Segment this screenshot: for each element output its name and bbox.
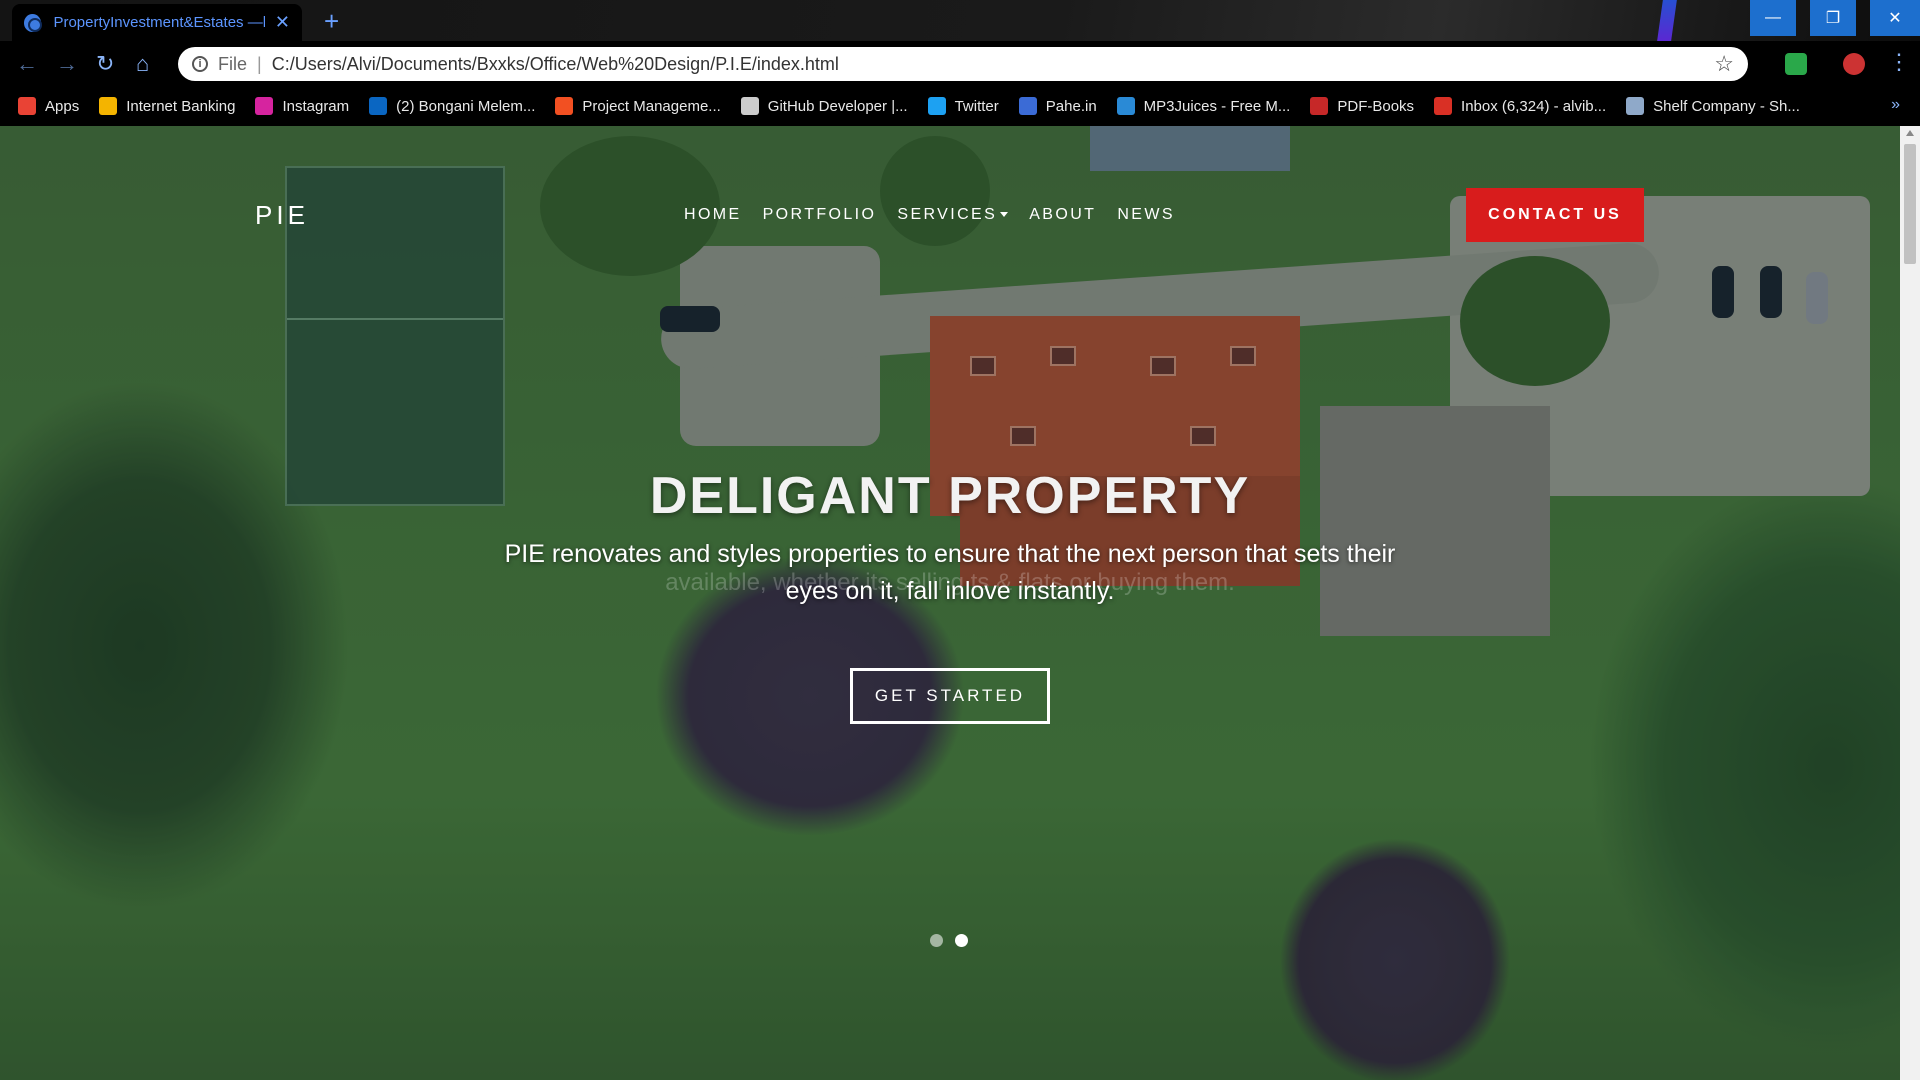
bookmark-label: Inbox (6,324) - alvib...: [1461, 97, 1607, 115]
bookmark-item[interactable]: PDF-Books: [1310, 97, 1414, 115]
bookmark-item[interactable]: GitHub Developer |...: [740, 97, 908, 115]
browser-tab[interactable]: PropertyInvestment&Estates —h ✕: [12, 4, 302, 41]
bookmark-item[interactable]: Twitter: [927, 97, 999, 115]
bookmark-item[interactable]: Apps: [18, 97, 79, 115]
bookmark-item[interactable]: Internet Banking: [99, 97, 235, 115]
hero-title: DELIGANT PROPERTY: [649, 467, 1251, 525]
bookmark-item[interactable]: Shelf Company - Sh...: [1626, 97, 1800, 115]
caret-down-icon: [1000, 212, 1009, 218]
url-text[interactable]: C:/Users/Alvi/Documents/Bxxks/Office/Web…: [272, 54, 839, 75]
document-icon: [1626, 97, 1645, 115]
carousel-dot-1[interactable]: [930, 934, 943, 947]
linkedin-icon: [369, 97, 388, 115]
bookmark-label: Project Manageme...: [582, 97, 721, 115]
page-scrollbar[interactable]: [1900, 126, 1920, 1080]
instagram-icon: [255, 97, 274, 115]
scroll-up-icon[interactable]: [1906, 130, 1914, 136]
hero-subtitle: PIE renovates and styles properties to e…: [504, 540, 1396, 605]
get-started-button[interactable]: GET STARTED: [850, 668, 1050, 724]
minimize-button[interactable]: —: [1750, 0, 1796, 36]
site-header: PIE HOME PORTFOLIO SERVICES ABOUT NEWS C…: [0, 126, 1900, 266]
bookmark-label: Instagram: [282, 97, 350, 115]
bookmark-label: (2) Bongani Melem...: [396, 97, 536, 115]
home-button[interactable]: ⌂: [136, 51, 149, 77]
bookmark-item[interactable]: (2) Bongani Melem...: [369, 97, 535, 115]
scrollbar-thumb[interactable]: [1904, 144, 1916, 264]
download-icon: [1116, 97, 1135, 115]
carousel-indicators: [930, 934, 980, 947]
microsoft-icon: [555, 97, 574, 115]
bookmark-item[interactable]: Pahe.in: [1018, 97, 1097, 115]
bookmark-label: Pahe.in: [1045, 97, 1097, 115]
gmail-icon: [1434, 97, 1453, 115]
profile-avatar-icon[interactable]: [1843, 53, 1865, 75]
bookmark-item[interactable]: Instagram: [255, 97, 349, 115]
apps-grid-icon: [18, 97, 36, 115]
bookmark-label: MP3Juices - Free M...: [1143, 97, 1291, 115]
pdf-icon: [1310, 97, 1329, 115]
bookmark-item[interactable]: MP3Juices - Free M...: [1116, 97, 1291, 115]
bookmark-label: Shelf Company - Sh...: [1653, 97, 1800, 115]
info-icon[interactable]: i: [192, 56, 208, 72]
nav-about[interactable]: ABOUT: [1029, 206, 1096, 224]
globe-icon: [24, 13, 43, 32]
more-bookmarks-icon[interactable]: »: [1891, 96, 1900, 114]
close-window-button[interactable]: ✕: [1870, 0, 1920, 36]
back-button[interactable]: ←: [16, 51, 38, 77]
wallpaper-streak: [1657, 0, 1677, 41]
main-nav: HOME PORTFOLIO SERVICES ABOUT NEWS: [684, 206, 1196, 224]
restore-button[interactable]: ❐: [1810, 0, 1856, 36]
close-tab-icon[interactable]: ✕: [275, 12, 290, 33]
bank-icon: [99, 97, 118, 115]
twitter-icon: [927, 97, 946, 115]
bookmark-label: GitHub Developer |...: [767, 97, 908, 115]
url-scheme: File: [218, 53, 248, 74]
tab-title: PropertyInvestment&Estates —h: [53, 14, 265, 31]
bookmark-label: Internet Banking: [126, 97, 236, 115]
url-separator: |: [257, 53, 262, 74]
reload-button[interactable]: ↻: [96, 51, 114, 77]
bookmark-item[interactable]: Project Manageme...: [555, 97, 721, 115]
bookmark-star-icon[interactable]: ☆: [1714, 51, 1734, 77]
bookmark-item[interactable]: Inbox (6,324) - alvib...: [1434, 97, 1606, 115]
github-icon: [740, 97, 759, 115]
browser-toolbar: ← → ↻ ⌂ i File | C:/Users/Alvi/Documents…: [0, 41, 1920, 86]
nav-services-label: SERVICES: [897, 206, 998, 223]
nav-services[interactable]: SERVICES: [897, 206, 1009, 224]
address-bar[interactable]: i File | C:/Users/Alvi/Documents/Bxxks/O…: [178, 47, 1748, 81]
carousel-dot-2[interactable]: [955, 934, 968, 947]
contact-us-button[interactable]: CONTACT US: [1466, 188, 1644, 242]
nav-home[interactable]: HOME: [684, 206, 742, 224]
bookmarks-bar: Apps Internet Banking Instagram (2) Bongani…: [0, 86, 1920, 126]
forward-button[interactable]: →: [56, 51, 78, 77]
extension-shield-icon[interactable]: [1785, 53, 1807, 75]
browser-menu-icon[interactable]: ⋮: [1888, 49, 1910, 75]
bookmark-label: PDF-Books: [1337, 97, 1415, 115]
bookmark-label: Twitter: [954, 97, 999, 115]
page-viewport: PIE HOME PORTFOLIO SERVICES ABOUT NEWS C…: [0, 126, 1900, 1080]
browser-titlebar: PropertyInvestment&Estates —h ✕ + — ❐ ✕: [0, 0, 1920, 41]
pahe-icon: [1018, 97, 1037, 115]
nav-news[interactable]: NEWS: [1117, 206, 1175, 224]
nav-portfolio[interactable]: PORTFOLIO: [763, 206, 877, 224]
new-tab-button[interactable]: +: [324, 6, 339, 37]
site-logo[interactable]: PIE: [255, 200, 309, 231]
bookmark-label: Apps: [45, 97, 80, 115]
